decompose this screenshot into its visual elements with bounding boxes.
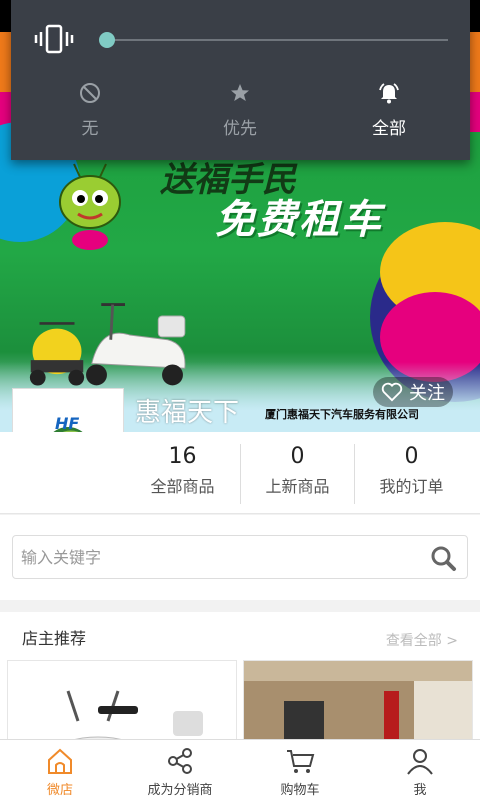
search-section — [0, 515, 480, 600]
shop-stats: 16 全部商品 0 上新商品 0 我的订单 — [0, 432, 480, 514]
tab-me[interactable]: 我 — [360, 740, 480, 800]
user-icon — [407, 749, 433, 775]
interrupt-option-label: 优先 — [223, 119, 257, 139]
stat-all-products[interactable]: 16 全部商品 — [125, 444, 240, 497]
stat-new-products[interactable]: 0 上新商品 — [240, 444, 355, 497]
stat-label: 全部商品 — [150, 477, 215, 496]
interrupt-option-priority[interactable]: 优先 — [185, 82, 295, 139]
stat-my-orders[interactable]: 0 我的订单 — [354, 444, 469, 497]
share-icon — [168, 748, 192, 774]
tab-label: 成为分销商 — [147, 783, 213, 798]
vibrate-icon[interactable] — [34, 24, 74, 54]
search-input[interactable] — [21, 536, 421, 578]
follow-label: 关注 — [409, 383, 445, 404]
interrupt-option-all[interactable]: 全部 — [334, 82, 444, 139]
stat-value: 0 — [290, 444, 305, 469]
tab-become-distributor[interactable]: 成为分销商 — [120, 740, 240, 800]
interrupt-option-label: 全部 — [372, 119, 406, 139]
tab-cart[interactable]: 购物车 — [240, 740, 360, 800]
stat-label: 上新商品 — [265, 477, 330, 496]
shop-name: 惠福天下 — [135, 398, 240, 428]
heart-icon — [381, 382, 403, 402]
bottom-tab-bar: 微店 成为分销商 购物车 我 — [0, 739, 480, 800]
recommend-section: 店主推荐 查看全部 > — [0, 612, 480, 760]
scooter-white-image — [86, 303, 186, 386]
search-icon[interactable] — [429, 544, 457, 572]
tab-shop[interactable]: 微店 — [0, 740, 120, 800]
stat-value: 0 — [404, 444, 419, 469]
tab-label: 微店 — [46, 783, 73, 798]
search-box — [12, 535, 468, 579]
do-not-disturb-icon — [80, 83, 100, 103]
follow-button[interactable]: 关注 — [373, 377, 453, 407]
bell-icon — [379, 83, 399, 104]
stat-value: 16 — [168, 444, 197, 469]
home-icon — [48, 748, 72, 774]
cart-icon — [287, 750, 315, 773]
tab-label: 我 — [413, 783, 427, 798]
company-name: 厦门惠福天下汽车服务有限公司 — [265, 408, 419, 421]
tab-label: 购物车 — [280, 783, 320, 798]
volume-slider-track[interactable] — [107, 39, 448, 41]
mascot-image — [59, 163, 121, 250]
logo-text: HF — [55, 414, 79, 433]
recommend-title: 店主推荐 — [22, 629, 87, 648]
interrupt-option-none[interactable]: 无 — [35, 82, 145, 139]
view-all-link[interactable]: 查看全部 > — [386, 630, 458, 650]
volume-slider-thumb[interactable] — [99, 32, 115, 48]
volume-panel: 无 优先 全部 — [11, 0, 470, 160]
banner-slogan: 免费租车 — [215, 197, 383, 243]
star-icon — [231, 84, 249, 101]
interrupt-option-label: 无 — [81, 119, 99, 139]
stat-label: 我的订单 — [379, 477, 444, 496]
